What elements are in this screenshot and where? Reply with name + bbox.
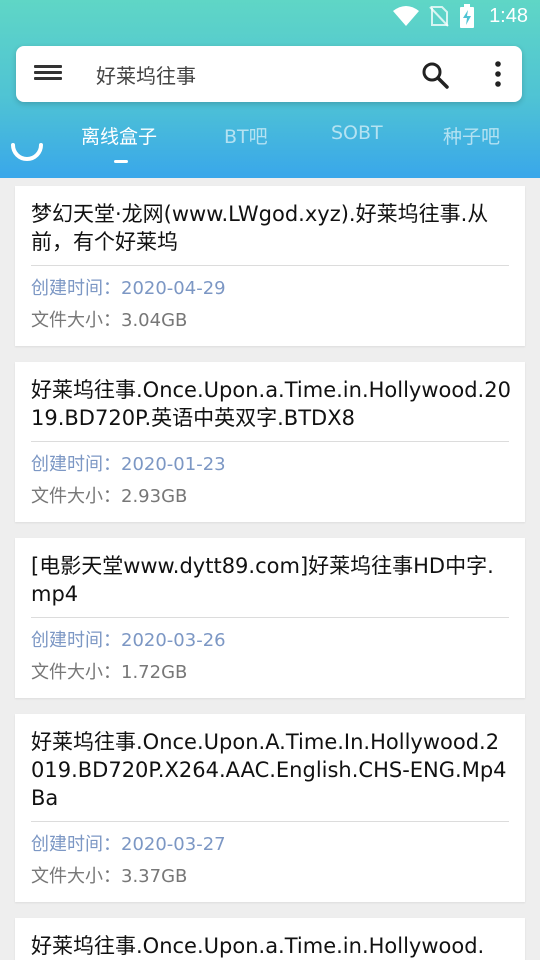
result-card[interactable]: 好莱坞往事.Once.Upon.a.Time.in.Hollywood.2019… xyxy=(15,362,525,522)
result-size: 文件大小：2.93GB xyxy=(31,486,188,507)
result-title: 梦幻天堂·龙网(www.LWgod.xyz).好莱坞往事.从前，有个好莱坞 xyxy=(31,202,489,254)
menu-button[interactable] xyxy=(34,62,62,86)
result-title: 好莱坞往事.Once.Upon.a.Time.in.Hollywood. xyxy=(31,934,485,958)
tab-zhongzi-ba[interactable]: 种子吧 xyxy=(443,122,500,149)
battery-charging-icon xyxy=(460,4,475,28)
result-title: 好莱坞往事.Once.Upon.A.Time.In.Hollywood.2019… xyxy=(31,730,507,810)
source-tabs: 离线盒子 BT吧 SOBT 种子吧 xyxy=(60,118,540,168)
sim-off-icon xyxy=(429,6,449,27)
tab-indicator xyxy=(114,160,128,163)
more-options-icon[interactable] xyxy=(486,59,510,89)
tab-sobt[interactable]: SOBT xyxy=(331,122,383,144)
result-size: 文件大小：3.04GB xyxy=(31,310,188,331)
tab-bt-ba[interactable]: BT吧 xyxy=(224,122,268,149)
search-bar[interactable]: 好莱坞往事 xyxy=(16,46,522,102)
tab-lixian-hezi[interactable]: 离线盒子 xyxy=(81,122,157,149)
result-card[interactable]: [电影天堂www.dytt89.com]好莱坞往事HD中字.mp4 创建时间：2… xyxy=(15,538,525,698)
app-header: 1:48 好莱坞往事 离线盒子 BT吧 SOBT 种子吧 xyxy=(0,0,540,178)
loading-spinner-icon xyxy=(11,143,43,161)
divider xyxy=(31,441,509,442)
result-card[interactable]: 梦幻天堂·龙网(www.LWgod.xyz).好莱坞往事.从前，有个好莱坞 创建… xyxy=(15,186,525,346)
result-date: 创建时间：2020-03-26 xyxy=(31,630,226,651)
result-date: 创建时间：2020-01-23 xyxy=(31,454,226,475)
result-size: 文件大小：3.37GB xyxy=(31,866,188,887)
search-icon[interactable] xyxy=(420,60,450,90)
result-title: 好莱坞往事.Once.Upon.a.Time.in.Hollywood.2019… xyxy=(31,378,511,430)
result-title: [电影天堂www.dytt89.com]好莱坞往事HD中字.mp4 xyxy=(31,554,494,606)
result-card[interactable]: 好莱坞往事.Once.Upon.a.Time.in.Hollywood. xyxy=(15,918,525,960)
result-date: 创建时间：2020-04-29 xyxy=(31,278,226,299)
divider xyxy=(31,821,509,822)
result-date: 创建时间：2020-03-27 xyxy=(31,834,226,855)
search-query[interactable]: 好莱坞往事 xyxy=(96,60,196,89)
result-size: 文件大小：1.72GB xyxy=(31,662,188,683)
result-card[interactable]: 好莱坞往事.Once.Upon.A.Time.In.Hollywood.2019… xyxy=(15,714,525,902)
divider xyxy=(31,265,509,266)
status-time: 1:48 xyxy=(489,4,528,27)
wifi-icon xyxy=(393,6,420,26)
divider xyxy=(31,617,509,618)
status-bar: 1:48 xyxy=(0,0,540,36)
